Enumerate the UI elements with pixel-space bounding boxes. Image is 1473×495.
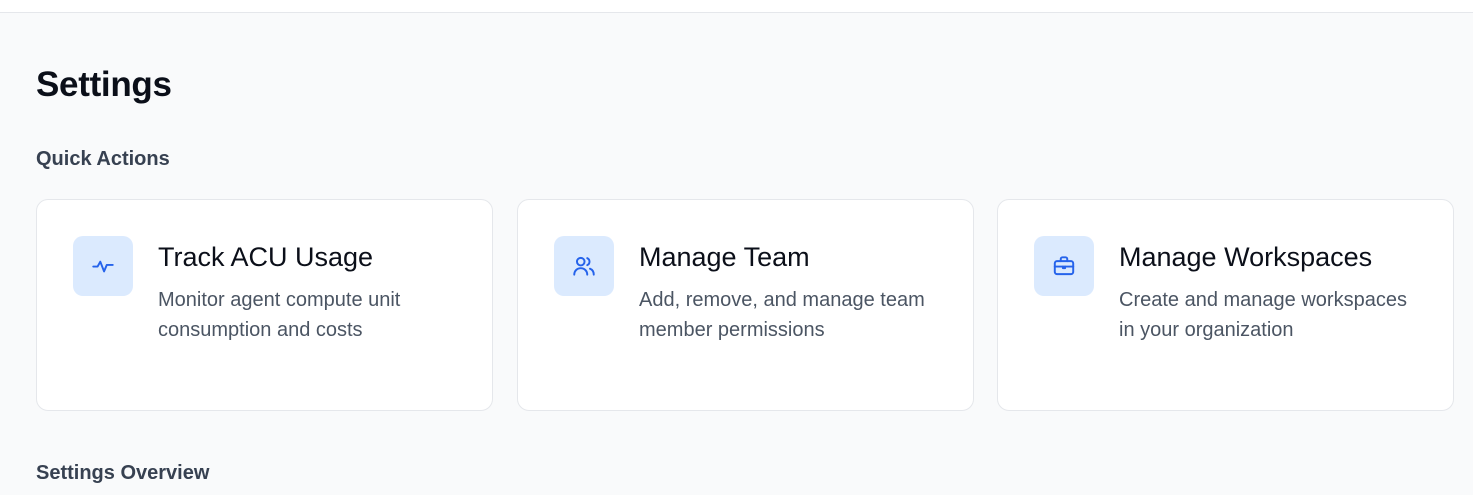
card-description: Add, remove, and manage team member perm… <box>639 289 925 341</box>
quick-actions-cards: Track ACU Usage Monitor agent compute un… <box>36 199 1454 411</box>
manage-team-card[interactable]: Manage Team Add, remove, and manage team… <box>517 199 974 411</box>
users-icon <box>554 236 614 296</box>
card-description: Create and manage workspaces in your org… <box>1119 289 1407 341</box>
card-description: Monitor agent compute unit consumption a… <box>158 289 401 341</box>
card-title: Manage Team <box>639 242 810 272</box>
card-title: Manage Workspaces <box>1119 242 1373 272</box>
activity-icon <box>73 236 133 296</box>
briefcase-icon <box>1034 236 1094 296</box>
settings-overview-heading: Settings Overview <box>36 462 210 484</box>
quick-actions-heading: Quick Actions <box>36 148 170 170</box>
card-title: Track ACU Usage <box>158 242 374 272</box>
top-bar <box>0 0 1473 13</box>
manage-workspaces-card[interactable]: Manage Workspaces Create and manage work… <box>997 199 1454 411</box>
track-acu-usage-card[interactable]: Track ACU Usage Monitor agent compute un… <box>36 199 493 411</box>
page-title: Settings <box>36 65 172 104</box>
